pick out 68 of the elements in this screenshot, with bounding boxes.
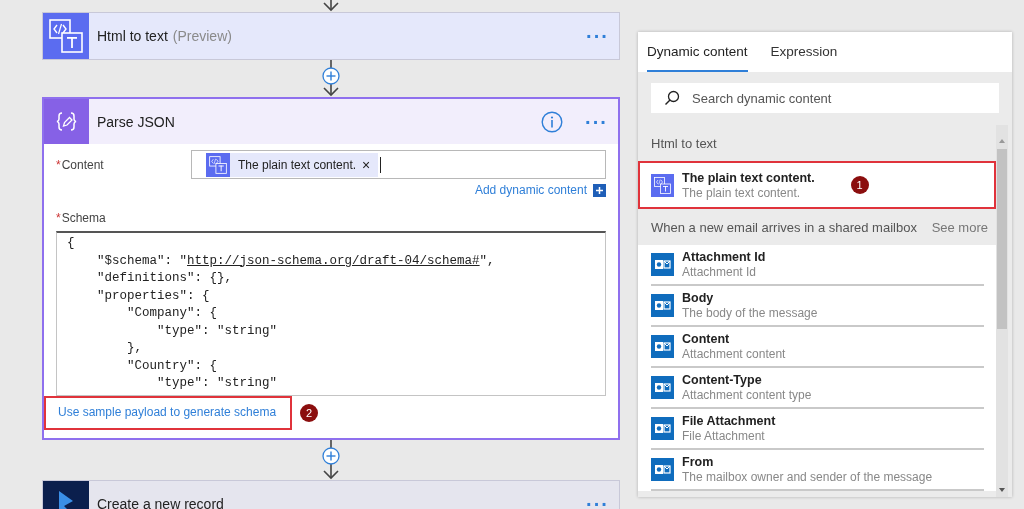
step-title: Parse JSON <box>97 113 175 130</box>
content-token[interactable]: The plain text content. × <box>206 152 379 177</box>
item-title: The plain text content. <box>682 170 815 185</box>
html-to-text-icon <box>651 173 674 197</box>
add-icon[interactable] <box>593 183 606 197</box>
add-dynamic-content-link[interactable]: Add dynamic content <box>474 183 587 197</box>
item-description: The plain text content. <box>682 185 802 200</box>
field-label: Schema <box>61 211 106 225</box>
action-card[interactable]: Create a new record ··· <box>42 480 620 509</box>
code-text: "Country": { <box>126 358 218 373</box>
panel-tab[interactable]: Expression <box>770 32 838 72</box>
mail-app-icon <box>651 376 674 399</box>
add-step-button[interactable] <box>321 66 341 86</box>
mail-app-icon <box>651 335 674 358</box>
code-text: ", <box>479 253 495 268</box>
text-cursor <box>380 156 382 173</box>
item-title: Content <box>682 332 731 346</box>
preview-tag: (Preview) <box>172 28 232 44</box>
panel-tab[interactable]: Dynamic content <box>647 32 748 72</box>
more-options-button[interactable]: ··· <box>575 111 618 132</box>
remove-token-button[interactable]: × <box>362 156 371 173</box>
sample-payload-link[interactable]: Use sample payload to generate schema <box>44 396 293 430</box>
code-text: "type": "string" <box>156 323 278 338</box>
search-input[interactable]: Search dynamic content <box>690 89 999 107</box>
code-text: "Company": { <box>126 306 218 320</box>
step-number-badge: 1 <box>850 176 869 194</box>
html-to-text-icon <box>206 152 230 177</box>
item-description: The mailbox owner and sender of the message <box>682 470 933 484</box>
field-label: Content <box>61 157 104 172</box>
schema-editor[interactable]: { "$schema": "http://json-schema.org/draft-04/schema#", "definitions": {}, "properties": { "Company": { "type": "string" }, "Country": { "type": "string" <box>56 231 606 396</box>
item-title: File Attachment <box>682 414 776 428</box>
step-number-badge: 2 <box>300 404 319 422</box>
required-marker: * <box>56 211 61 225</box>
code-text: "definitions": {}, <box>96 271 233 285</box>
step-title: Html to text <box>97 28 168 44</box>
section-title: Html to text <box>651 135 717 151</box>
code-text: "$schema": " <box>96 253 188 268</box>
item-description: Attachment Id <box>682 265 758 279</box>
required-marker: * <box>56 157 61 172</box>
code-text: "type": "string" <box>156 376 278 390</box>
item-title: Attachment Id <box>682 250 766 264</box>
html-to-text-icon <box>43 13 89 59</box>
mail-app-icon <box>651 458 674 481</box>
scrollbar[interactable] <box>996 125 1008 497</box>
step-title: Create a new record <box>97 496 224 509</box>
item-description: Attachment content type <box>682 388 812 402</box>
mail-app-icon <box>651 294 674 317</box>
dynamic-content-item[interactable]: The plain text content. The plain text content. 1 <box>638 161 996 209</box>
info-icon[interactable] <box>541 110 563 133</box>
see-more-link[interactable]: See more <box>931 219 988 235</box>
code-text: { <box>67 236 75 250</box>
search-icon <box>664 90 680 106</box>
add-step-button[interactable] <box>321 446 341 466</box>
mail-app-icon <box>651 417 674 440</box>
mail-app-icon <box>651 253 674 276</box>
content-field[interactable]: The plain text content. × <box>191 150 606 179</box>
action-card[interactable]: Html to text (Preview) ··· <box>42 12 620 60</box>
item-title: Content-Type <box>682 373 763 387</box>
search-field[interactable]: Search dynamic content <box>651 83 999 113</box>
item-description: The body of the message <box>682 306 818 320</box>
item-title: Body <box>682 291 715 305</box>
section-title: When a new email arrives in a shared mailbox <box>651 219 917 235</box>
item-description: File Attachment <box>682 429 766 443</box>
code-link[interactable]: http://json-schema.org/draft-04/schema# <box>187 253 480 268</box>
item-description: Attachment content <box>682 347 786 361</box>
item-title: From <box>682 455 715 469</box>
code-text: }, <box>126 341 142 355</box>
code-text: "properties": { <box>96 288 210 303</box>
